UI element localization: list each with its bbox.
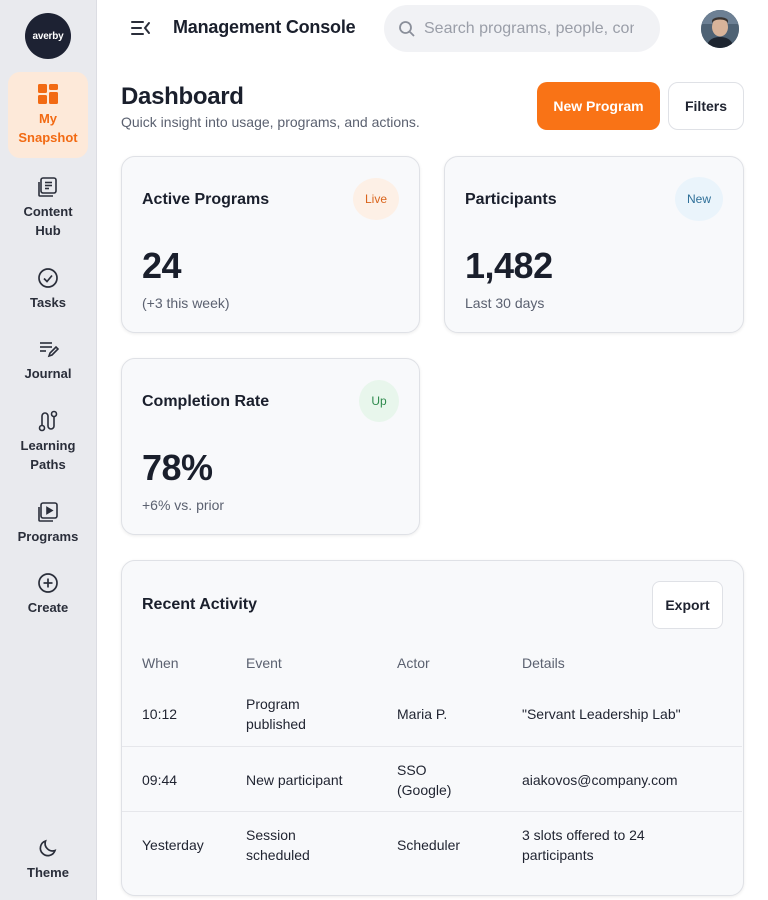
stat-card-completion-rate: Completion Rate Up 78% +6% vs. prior [121, 358, 420, 535]
sidebar-item-content-hub[interactable]: Content Hub [8, 176, 88, 240]
theme-label: Theme [27, 865, 69, 880]
card-note: +6% vs. prior [142, 497, 225, 513]
search-input[interactable] [424, 19, 634, 38]
sidebar-item-label: Content Hub [23, 204, 73, 238]
page-title: Dashboard [121, 83, 244, 110]
page-subtitle: Quick insight into usage, programs, and … [121, 114, 420, 130]
sidebar-item-create[interactable]: Create [8, 572, 88, 617]
sidebar-item-learning-paths[interactable]: Learning Paths [8, 410, 88, 474]
sidebar-item-my-snapshot[interactable]: My Snapshot [8, 72, 88, 158]
cell-actor: SSO (Google) [397, 761, 452, 798]
export-button[interactable]: Export [652, 581, 723, 629]
cell-when: 10:12 [142, 705, 178, 722]
sidebar-item-label: Learning Paths [20, 438, 76, 472]
sidebar-item-label: My Snapshot [18, 111, 78, 145]
brand-logo-text: averby [32, 30, 64, 42]
sidebar-item-programs[interactable]: Programs [8, 501, 88, 546]
app-title: Management Console [173, 17, 356, 37]
sidebar-item-label: Tasks [30, 295, 66, 310]
sidebar-item-journal[interactable]: Journal [8, 338, 88, 383]
pencil-lines-icon [40, 342, 59, 358]
section-title: Recent Activity [142, 596, 257, 613]
brand-logo[interactable]: averby [25, 13, 71, 59]
column-header-event[interactable]: Event [246, 655, 282, 671]
card-note: (+3 this week) [142, 295, 230, 311]
cell-event: Session scheduled [246, 826, 310, 863]
new-program-button[interactable]: New Program [537, 82, 660, 130]
sidebar-item-tasks[interactable]: Tasks [8, 267, 88, 312]
column-header-details[interactable]: Details [522, 655, 565, 671]
cell-event: New participant [246, 771, 343, 788]
status-badge: Up [359, 380, 399, 422]
filters-button[interactable]: Filters [668, 82, 744, 130]
status-badge: Live [353, 178, 399, 220]
recent-activity-panel: Recent Activity Export When Event Actor … [121, 560, 744, 896]
search-bar[interactable] [384, 5, 660, 52]
cell-actor: Scheduler [397, 836, 461, 853]
table-row[interactable]: Yesterday Session scheduled Scheduler 3 … [122, 811, 742, 876]
plus-circle-icon [38, 573, 58, 593]
card-value: 78% [142, 447, 213, 488]
stat-card-active-programs: Active Programs Live 24 (+3 this week) [121, 156, 420, 333]
cell-when: Yesterday [142, 836, 204, 853]
table-row[interactable]: 09:44 New participant SSO (Google) aiako… [122, 746, 742, 811]
table-row[interactable]: 10:12 Program published Maria P. "Servan… [122, 681, 742, 746]
cell-details: 3 slots offered to 24 participants [522, 826, 645, 863]
sidebar-item-label: Programs [17, 529, 79, 544]
theme-toggle[interactable]: Theme [8, 837, 88, 882]
sidebar-item-label: Create [27, 600, 69, 615]
grid-icon [38, 84, 58, 104]
cell-event: Program published [246, 695, 306, 732]
status-badge: New [675, 177, 723, 221]
sidebar-item-label: Journal [24, 366, 72, 381]
stat-card-participants: Participants New 1,482 Last 30 days [444, 156, 744, 333]
card-value: 24 [142, 245, 182, 286]
check-circle-icon [38, 268, 58, 288]
menu-toggle-icon[interactable] [131, 19, 151, 37]
cell-when: 09:44 [142, 771, 178, 788]
play-icon [38, 502, 58, 522]
card-note: Last 30 days [465, 295, 545, 311]
document-icon [38, 177, 57, 197]
column-header-when[interactable]: When [142, 655, 179, 671]
sidebar: averby My Snapshot Content Hub Tasks Jou… [0, 0, 97, 900]
avatar[interactable] [701, 10, 739, 48]
card-title: Completion Rate [142, 393, 270, 410]
cell-actor: Maria P. [397, 705, 448, 722]
moon-icon [39, 839, 57, 857]
cell-details: "Servant Leadership Lab" [522, 705, 681, 722]
card-title: Active Programs [142, 191, 270, 208]
cell-details: aiakovos@company.com [522, 771, 678, 788]
card-value: 1,482 [465, 245, 553, 286]
column-header-actor[interactable]: Actor [397, 655, 430, 671]
route-icon [38, 410, 58, 432]
search-icon [399, 20, 415, 37]
card-title: Participants [465, 191, 557, 208]
